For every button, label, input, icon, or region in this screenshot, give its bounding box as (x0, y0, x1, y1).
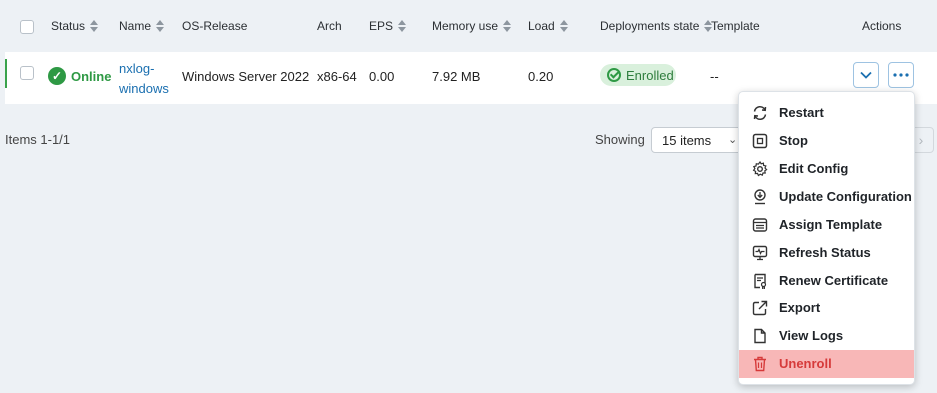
menu-item-label: Refresh Status (779, 245, 871, 260)
column-actions-label: Actions (862, 19, 902, 33)
column-actions: Actions (862, 19, 901, 33)
menu-item-label: Assign Template (779, 217, 883, 232)
menu-item-stop[interactable]: Stop (739, 127, 914, 155)
items-count: Items 1-1/1 (5, 132, 71, 147)
check-circle-icon: ✓ (48, 67, 66, 85)
column-deployments-state-label: Deployments state (600, 19, 700, 33)
update-config-icon (754, 189, 766, 205)
sort-icon[interactable] (398, 20, 407, 32)
status-text: Online (71, 69, 112, 84)
column-eps-label: EPS (369, 19, 394, 33)
showing-label: Showing (595, 132, 645, 147)
restart-icon (753, 105, 767, 121)
column-os-release: OS-Release (182, 19, 247, 33)
menu-item-refresh-status[interactable]: Refresh Status (739, 239, 914, 267)
column-name[interactable]: Name (119, 19, 165, 33)
menu-item-unenroll[interactable]: Unenroll (739, 350, 914, 378)
chevron-down-icon: ⌄ (728, 134, 738, 146)
agent-name-line2: windows (119, 81, 169, 96)
menu-item-edit-config[interactable]: Edit Config (739, 155, 914, 183)
column-arch-label: Arch (317, 19, 342, 33)
menu-item-label: Restart (779, 105, 824, 120)
column-load[interactable]: Load (528, 19, 568, 33)
sort-icon[interactable] (90, 20, 99, 32)
column-name-label: Name (119, 19, 152, 33)
load-cell: 0.20 (528, 69, 554, 84)
check-circle-icon (607, 68, 621, 82)
menu-item-label: View Logs (779, 328, 844, 343)
trash-icon (754, 356, 766, 372)
enrolled-badge: Enrolled (600, 64, 676, 86)
page-size-value: 15 items (662, 133, 712, 148)
menu-item-update-configuration[interactable]: Update Configuration (739, 183, 914, 211)
menu-item-label: Edit Config (779, 161, 849, 176)
deployment-state-text: Enrolled (626, 67, 674, 83)
menu-item-view-logs[interactable]: View Logs (739, 322, 914, 350)
chevron-down-icon (860, 71, 872, 79)
column-arch: Arch (317, 19, 342, 33)
agent-name-line1: nxlog- (119, 61, 155, 76)
row-checkbox[interactable] (20, 66, 34, 80)
menu-item-label: Unenroll (779, 356, 832, 371)
chevron-right-icon: › (918, 132, 924, 148)
agent-name-link[interactable]: nxlog- windows (119, 59, 169, 99)
column-status-label: Status (51, 19, 86, 33)
sort-icon[interactable] (156, 20, 165, 32)
monitor-pulse-icon (752, 245, 768, 261)
menu-item-label: Stop (779, 133, 808, 148)
template-icon (752, 218, 768, 232)
page-size-select[interactable]: 15 items ⌄ (651, 127, 751, 153)
more-actions-button[interactable] (888, 62, 914, 88)
eps-cell: 0.00 (369, 69, 395, 84)
sort-icon[interactable] (503, 20, 512, 32)
column-template-label: Template (711, 19, 760, 33)
column-deployments-state[interactable]: Deployments state (600, 19, 713, 33)
os-release-cell: Windows Server 2022 (182, 69, 310, 84)
template-cell: -- (710, 69, 719, 84)
column-load-label: Load (528, 19, 555, 33)
menu-item-renew-certificate[interactable]: Renew Certificate (739, 267, 914, 295)
menu-item-label: Export (779, 300, 821, 315)
ellipsis-icon (893, 73, 909, 77)
stop-icon (752, 133, 768, 149)
gear-icon (752, 161, 768, 177)
menu-item-export[interactable]: Export (739, 294, 914, 322)
certificate-icon (754, 273, 767, 289)
table-header: Status Name OS-Release Arch EPS Memory u… (0, 0, 937, 52)
select-all-checkbox[interactable] (20, 20, 34, 34)
menu-item-restart[interactable]: Restart (739, 99, 914, 127)
memory-cell: 7.92 MB (432, 69, 481, 84)
menu-item-label: Update Configuration (779, 189, 912, 204)
row-status-indicator (5, 59, 7, 88)
column-template: Template (711, 19, 760, 33)
column-memory-use[interactable]: Memory use (432, 19, 512, 33)
column-os-release-label: OS-Release (182, 19, 248, 33)
menu-item-assign-template[interactable]: Assign Template (739, 211, 914, 239)
arch-cell: x86-64 (317, 69, 357, 84)
column-memory-use-label: Memory use (432, 19, 499, 33)
file-icon (754, 328, 766, 344)
export-icon (752, 300, 768, 316)
actions-menu: Restart Stop Edit Config Update Configur… (738, 91, 915, 385)
column-eps[interactable]: EPS (369, 19, 407, 33)
sort-icon[interactable] (559, 20, 568, 32)
expand-row-button[interactable] (853, 62, 879, 88)
column-status[interactable]: Status (51, 19, 99, 33)
menu-item-label: Renew Certificate (779, 273, 889, 288)
